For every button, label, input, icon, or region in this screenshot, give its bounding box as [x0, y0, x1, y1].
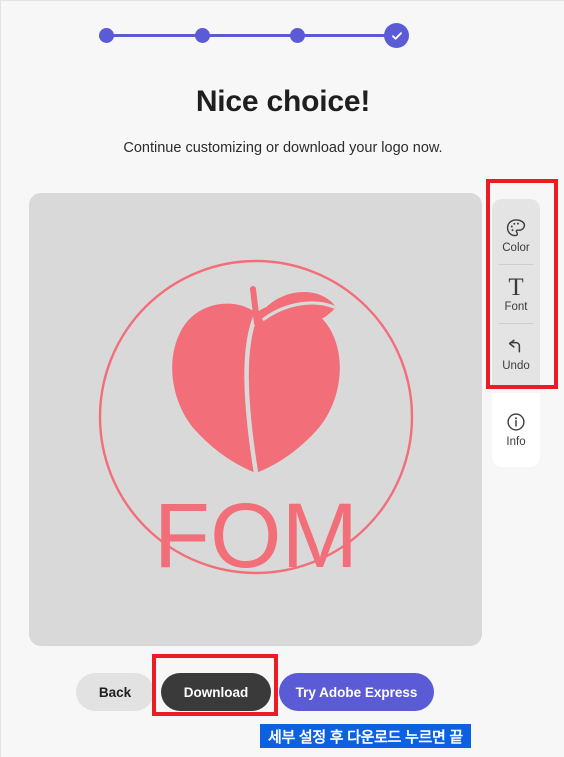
stepper-dot-1[interactable]: [99, 28, 114, 43]
toolbar-item-color-label: Color: [502, 242, 530, 255]
toolbar-item-font-label: Font: [504, 301, 528, 314]
peach-icon: [171, 285, 340, 475]
editor-toolbar-info-panel: Info: [492, 393, 540, 467]
info-circle-icon: [505, 409, 527, 435]
annotation-caption: 세부 설정 후 다운로드 누르면 끝: [260, 724, 471, 748]
page-subtitle: Continue customizing or download your lo…: [123, 140, 443, 156]
toolbar-item-font[interactable]: T Font: [492, 266, 540, 322]
app-page: Nice choice! Continue customizing or dow…: [0, 0, 564, 757]
logo-artwork: FOM: [29, 193, 482, 646]
toolbar-item-undo[interactable]: Undo: [492, 325, 540, 381]
toolbar-item-info[interactable]: Info: [492, 401, 540, 457]
back-button[interactable]: Back: [76, 673, 154, 711]
editor-toolbar: Color T Font Undo: [492, 199, 540, 387]
stepper-dot-4-complete[interactable]: [384, 23, 409, 48]
page-title: Nice choice!: [195, 85, 371, 118]
toolbar-divider-2: [499, 323, 533, 324]
stepper-track: [105, 34, 401, 37]
toolbar-item-info-label: Info: [506, 436, 526, 449]
download-button[interactable]: Download: [161, 673, 271, 711]
toolbar-item-undo-label: Undo: [502, 360, 530, 373]
stepper-dot-3[interactable]: [290, 28, 305, 43]
stepper-dot-2[interactable]: [195, 28, 210, 43]
toolbar-divider-1: [499, 264, 533, 265]
try-adobe-express-button[interactable]: Try Adobe Express: [279, 673, 434, 711]
check-icon: [391, 31, 402, 40]
palette-icon: [505, 215, 527, 241]
progress-stepper: [99, 23, 409, 48]
logo-svg: FOM: [98, 259, 413, 587]
text-format-icon: T: [508, 273, 524, 301]
toolbar-item-color[interactable]: Color: [492, 207, 540, 263]
logo-brand-text: FOM: [153, 485, 357, 587]
undo-arrow-icon: [505, 333, 528, 359]
logo-preview-canvas[interactable]: FOM: [29, 193, 482, 646]
action-button-row: Back Download Try Adobe Express: [1, 673, 564, 711]
